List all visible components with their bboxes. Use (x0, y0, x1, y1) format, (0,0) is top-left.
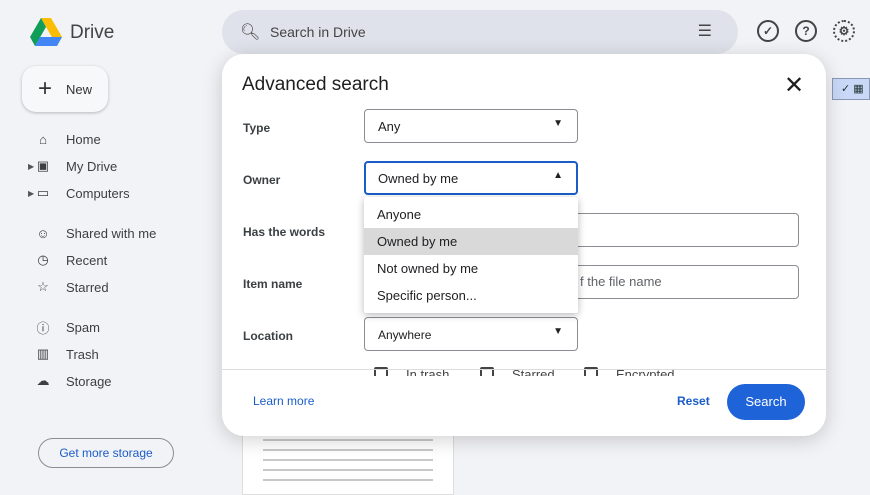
sidebar-item-storage[interactable]: ☁︎ Storage (34, 370, 112, 392)
reset-button[interactable]: Reset (677, 394, 710, 408)
shared-icon: ☺ (36, 225, 50, 241)
search-options-icon[interactable]: ☰ (698, 21, 712, 41)
item-name-label: Item name (243, 277, 303, 291)
sidebar-item-home[interactable]: ⌂ Home (34, 128, 101, 150)
search-icon[interactable]: 🔍︎ (240, 22, 260, 42)
owner-option-not-owned-by-me[interactable]: Not owned by me (364, 255, 578, 282)
footer-divider (222, 369, 826, 370)
star-icon: ☆ (37, 279, 49, 294)
computers-icon: ▭ (36, 185, 50, 200)
help-icon[interactable]: ? (795, 20, 817, 42)
sidebar-item-recent[interactable]: ◷ Recent (34, 249, 107, 271)
drive-logo-icon (30, 18, 62, 46)
advanced-search-dialog: Advanced search ✕ Type Any ▼ Owner Owned… (222, 54, 826, 436)
owner-value: Owned by me (378, 171, 459, 186)
learn-more-link[interactable]: Learn more (253, 394, 314, 408)
sidebar-item-shared-with-me[interactable]: ☺ Shared with me (34, 222, 156, 244)
expand-arrow-icon[interactable]: ▶ (28, 162, 34, 171)
search-placeholder[interactable]: Search in Drive (270, 24, 366, 40)
sidebar-item-label: Spam (66, 319, 100, 335)
cloud-icon: ☁︎ (36, 373, 50, 388)
app-brand[interactable]: Drive (70, 22, 114, 44)
ready-offline-icon[interactable]: ✓ (757, 20, 779, 42)
owner-select[interactable]: Owned by me ▲ (364, 161, 578, 195)
new-button[interactable]: + New (22, 66, 108, 112)
location-value: Anywhere (378, 328, 432, 342)
sidebar-item-label: Shared with me (66, 225, 157, 241)
get-more-storage-button[interactable]: Get more storage (38, 438, 174, 468)
close-icon[interactable]: ✕ (782, 74, 806, 98)
trash-icon: ▥ (36, 346, 50, 361)
item-name-placeholder: f the file name (580, 274, 662, 289)
sidebar-item-my-drive[interactable]: ▶ ▣ My Drive (28, 155, 118, 177)
search-button[interactable]: Search (727, 384, 805, 420)
owner-option-anyone[interactable]: Anyone (364, 201, 578, 228)
chevron-up-icon: ▲ (553, 170, 563, 181)
expand-arrow-icon[interactable]: ▶ (28, 189, 34, 198)
sidebar-item-computers[interactable]: ▶ ▭ Computers (28, 182, 130, 204)
owner-option-specific-person[interactable]: Specific person... (364, 282, 578, 309)
type-value: Any (378, 119, 401, 134)
has-words-label: Has the words (243, 225, 326, 239)
location-select[interactable]: Anywhere ▼ (364, 317, 578, 351)
type-label: Type (243, 121, 271, 135)
owner-dropdown-menu: Anyone Owned by me Not owned by me Speci… (364, 197, 578, 313)
dialog-title: Advanced search (242, 74, 389, 95)
sidebar-item-label: Trash (66, 346, 99, 362)
new-button-label: New (66, 82, 93, 97)
sidebar-item-label: Home (66, 131, 101, 147)
spam-icon: ⓘ (36, 320, 50, 336)
chevron-down-icon: ▼ (553, 326, 563, 337)
sidebar-item-label: Computers (66, 185, 130, 201)
sidebar-item-starred[interactable]: ☆ Starred (34, 276, 109, 298)
sidebar-item-label: Starred (66, 279, 109, 295)
type-select[interactable]: Any ▼ (364, 109, 578, 143)
gear-icon[interactable]: ⚙ (833, 20, 855, 42)
sidebar-item-label: Storage (66, 373, 112, 389)
owner-option-owned-by-me[interactable]: Owned by me (364, 228, 578, 255)
sidebar-item-trash[interactable]: ▥ Trash (34, 343, 99, 365)
grid-view-toggle[interactable]: ✓ ▦ (832, 78, 870, 100)
owner-label: Owner (243, 173, 281, 187)
sidebar-item-label: Recent (66, 252, 108, 268)
home-icon: ⌂ (39, 131, 47, 147)
location-label: Location (243, 329, 293, 343)
clock-icon: ◷ (37, 252, 49, 267)
chevron-down-icon: ▼ (553, 118, 563, 129)
plus-icon: + (38, 75, 53, 102)
my-drive-icon: ▣ (36, 158, 50, 173)
sidebar-item-spam[interactable]: ⓘ Spam (34, 316, 100, 338)
search-bar[interactable]: 🔍︎ Search in Drive ☰ (222, 10, 738, 54)
sidebar-item-label: My Drive (66, 158, 118, 174)
